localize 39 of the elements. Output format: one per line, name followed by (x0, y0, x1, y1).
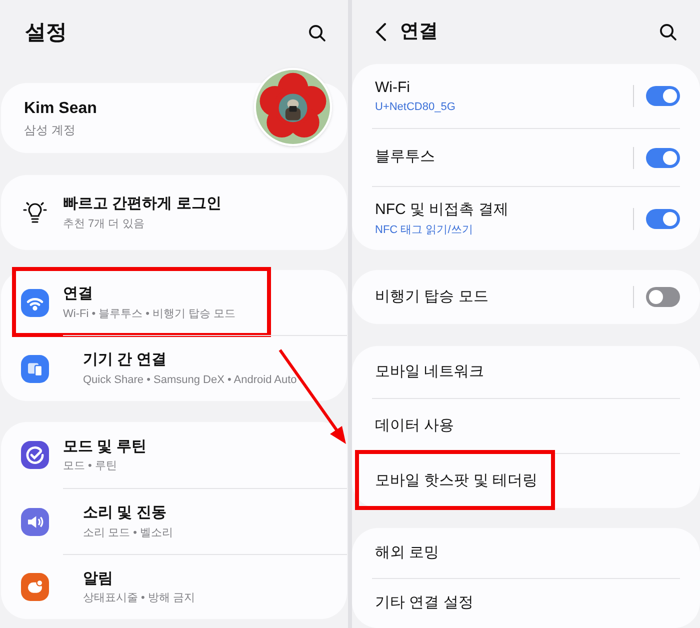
setting-subtitle: NFC 태그 읽기/쓰기 (375, 222, 474, 238)
menu-item-title[interactable]: 모드 및 루틴 (63, 436, 146, 458)
profile-name: Kim Sean (24, 99, 98, 119)
suggestion-title: 빠르고 간편하게 로그인 (63, 194, 222, 214)
search-icon[interactable] (658, 22, 678, 42)
lightbulb-icon (23, 200, 47, 226)
menu-item-subtitle: 모드 • 루틴 (63, 459, 118, 474)
setting-title[interactable]: 데이터 사용 (375, 414, 454, 438)
toggle-switch[interactable] (646, 287, 680, 307)
notification-icon (21, 573, 49, 601)
wifi-icon (21, 288, 49, 316)
menu-item-title[interactable]: 기기 간 연결 (83, 349, 297, 372)
speaker-icon (21, 508, 49, 536)
search-icon[interactable] (307, 23, 327, 43)
suggestion-card[interactable]: 빠르고 간편하게 로그인 추천 7개 더 있음 (1, 175, 347, 250)
setting-title[interactable]: 모바일 핫스팟 및 테더링 (375, 470, 538, 492)
setting-title[interactable]: Wi-Fi (375, 76, 456, 99)
setting-title[interactable]: NFC 및 비접촉 결제 (375, 199, 508, 222)
setting-title[interactable]: 기타 연결 설정 (375, 592, 474, 615)
setting-subtitle: U+NetCD80_5G (375, 100, 456, 115)
menu-item-title[interactable]: 연결 (63, 283, 236, 306)
menu-item-subtitle: Wi-Fi • 블루투스 • 비행기 탑승 모드 (63, 306, 236, 322)
menu-item-title[interactable]: 알림 (83, 568, 196, 590)
menu-item-subtitle: 상태표시줄 • 방해 금지 (83, 591, 196, 606)
devices-icon (21, 354, 49, 382)
toggle-switch[interactable] (646, 148, 680, 168)
toggle-switch[interactable] (646, 208, 680, 228)
profile-subtitle: 삼성 계정 (24, 122, 76, 139)
setting-title[interactable]: 비행기 탑승 모드 (375, 286, 488, 308)
menu-item-subtitle: Quick Share • Samsung DeX • Android Auto (83, 372, 297, 388)
suggestion-subtitle: 추천 7개 더 있음 (63, 216, 146, 232)
setting-title[interactable]: 블루투스 (375, 146, 435, 169)
toggle-switch[interactable] (646, 86, 680, 106)
setting-title[interactable]: 모바일 네트워크 (375, 360, 484, 384)
setting-title[interactable]: 해외 로밍 (375, 542, 440, 564)
screen-title: 설정 (25, 20, 67, 46)
screen-title: 연결 (400, 20, 439, 44)
menu-item-title[interactable]: 소리 및 진동 (83, 502, 174, 524)
menu-item-subtitle: 소리 모드 • 벨소리 (83, 526, 174, 540)
